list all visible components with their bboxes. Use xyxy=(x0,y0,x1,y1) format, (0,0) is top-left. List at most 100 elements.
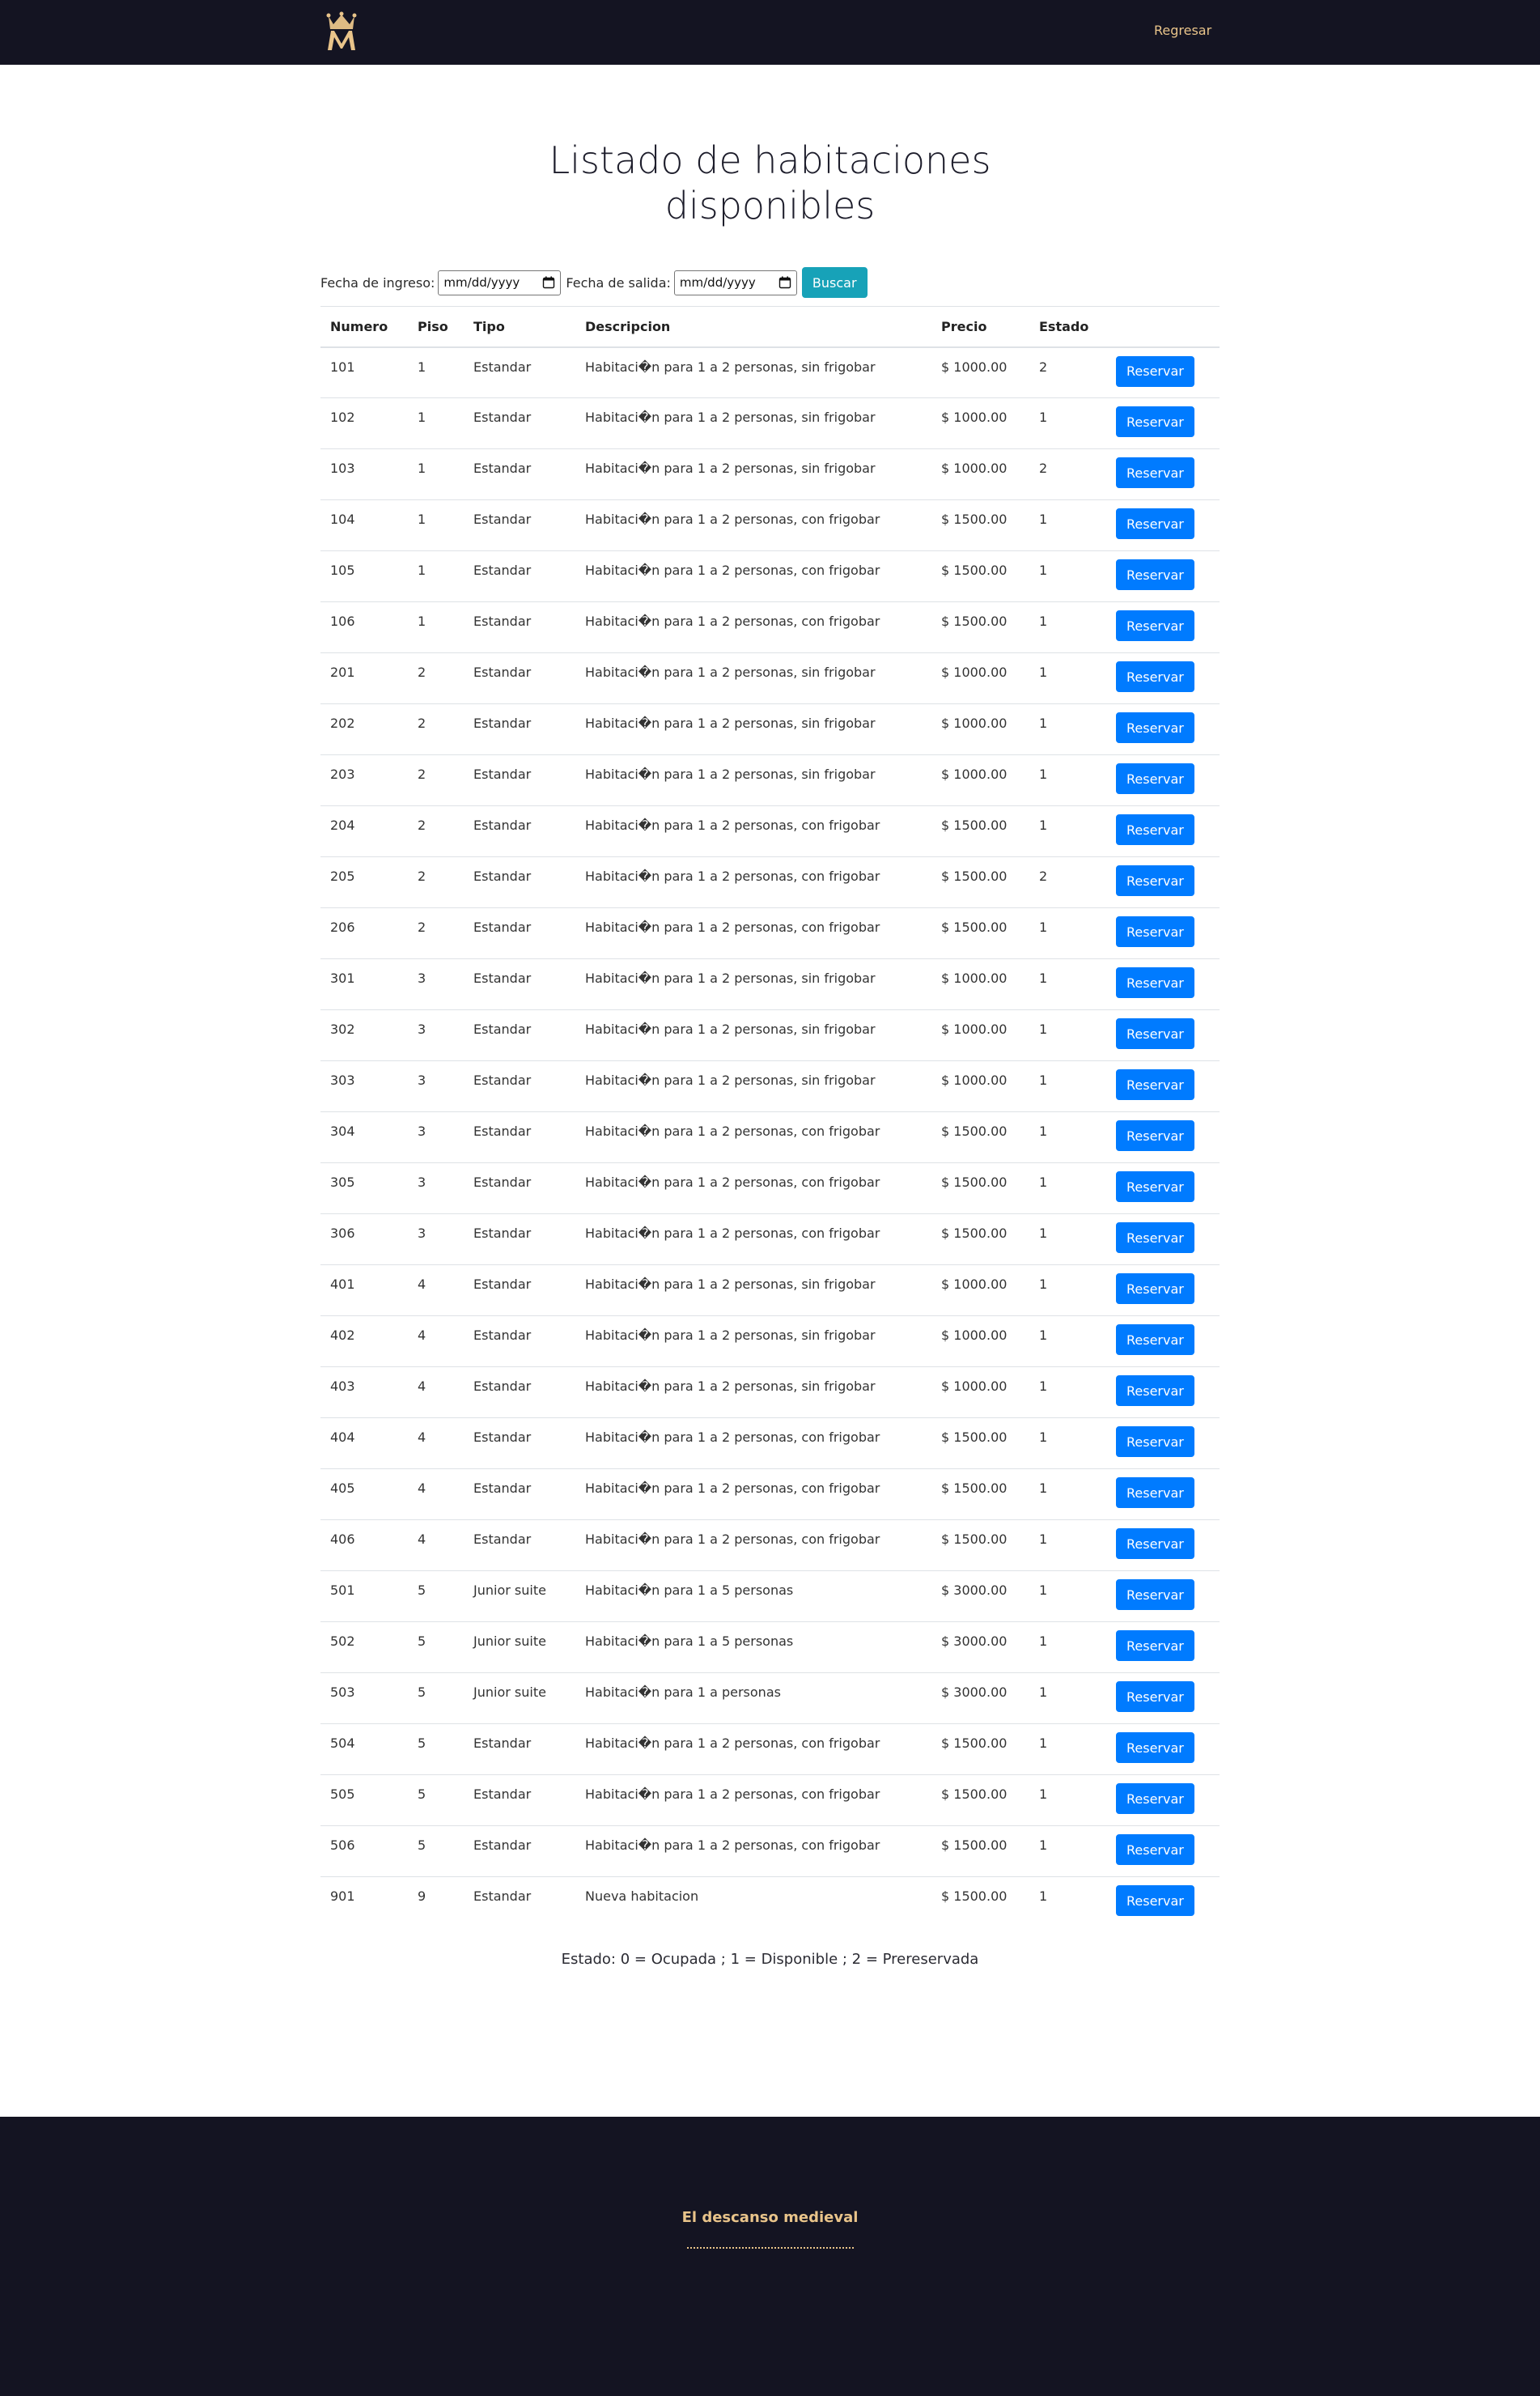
table-row: 204 2 Estandar Habitaci�n para 1 a 2 person… xyxy=(320,805,1220,857)
reserve-button[interactable]: Reservar xyxy=(1116,1681,1194,1712)
cell-room-type: Junior suite xyxy=(464,1570,575,1622)
cell-action: Reservar xyxy=(1106,1672,1220,1724)
cell-status: 1 xyxy=(1029,1723,1106,1775)
cell-action: Reservar xyxy=(1106,703,1220,755)
cell-status: 1 xyxy=(1029,1264,1106,1316)
reserve-button[interactable]: Reservar xyxy=(1116,1732,1194,1763)
reserve-button[interactable]: Reservar xyxy=(1116,1375,1194,1406)
cell-description: Habitaci�n para 1 a 2 personas, con frig… xyxy=(575,499,931,551)
cell-description: Habitaci�n para 1 a 2 personas, con frig… xyxy=(575,856,931,908)
search-button[interactable]: Buscar xyxy=(801,267,868,298)
cell-price: $ 3000.00 xyxy=(931,1570,1029,1622)
cell-room-number: 301 xyxy=(320,958,408,1010)
reserve-button[interactable]: Reservar xyxy=(1116,814,1194,845)
reserve-button[interactable]: Reservar xyxy=(1116,1528,1194,1559)
back-link[interactable]: Regresar xyxy=(1154,23,1211,38)
checkout-placeholder: mm/dd/yyyy xyxy=(679,275,756,290)
table-row: 501 5 Junior suite Habitaci�n para 1 a 5 pe… xyxy=(320,1570,1220,1622)
cell-description: Habitaci�n para 1 a 2 personas, con frig… xyxy=(575,1519,931,1571)
reserve-button[interactable]: Reservar xyxy=(1116,1171,1194,1202)
checkin-label: Fecha de ingreso: xyxy=(320,274,435,291)
checkout-date-input[interactable]: mm/dd/yyyy xyxy=(673,270,797,295)
table-row: 205 2 Estandar Habitaci�n para 1 a 2 person… xyxy=(320,856,1220,908)
cell-price: $ 1500.00 xyxy=(931,550,1029,602)
table-row: 101 1 Estandar Habitaci�n para 1 a 2 person… xyxy=(320,346,1220,398)
cell-status: 1 xyxy=(1029,805,1106,857)
cell-room-type: Estandar xyxy=(464,499,575,551)
cell-action: Reservar xyxy=(1106,856,1220,908)
cell-floor: 3 xyxy=(408,958,464,1010)
reserve-button[interactable]: Reservar xyxy=(1116,355,1194,387)
cell-room-number: 203 xyxy=(320,754,408,806)
table-row: 103 1 Estandar Habitaci�n para 1 a 2 person… xyxy=(320,448,1220,500)
reserve-button[interactable]: Reservar xyxy=(1116,406,1194,437)
cell-price: $ 1000.00 xyxy=(931,1060,1029,1112)
cell-description: Habitaci�n para 1 a 2 personas, sin frig… xyxy=(575,652,931,704)
reserve-button[interactable]: Reservar xyxy=(1116,457,1194,488)
cell-description: Habitaci�n para 1 a 2 personas, sin frig… xyxy=(575,703,931,755)
reserve-button[interactable]: Reservar xyxy=(1116,1324,1194,1355)
table-row: 402 4 Estandar Habitaci�n para 1 a 2 person… xyxy=(320,1315,1220,1367)
reserve-button[interactable]: Reservar xyxy=(1116,967,1194,998)
table-row: 105 1 Estandar Habitaci�n para 1 a 2 person… xyxy=(320,550,1220,602)
reserve-button[interactable]: Reservar xyxy=(1116,1834,1194,1865)
cell-status: 1 xyxy=(1029,1774,1106,1826)
cell-room-type: Estandar xyxy=(464,1366,575,1418)
table-row: 106 1 Estandar Habitaci�n para 1 a 2 person… xyxy=(320,601,1220,653)
cell-room-number: 406 xyxy=(320,1519,408,1571)
cell-room-number: 403 xyxy=(320,1366,408,1418)
cell-room-type: Estandar xyxy=(464,448,575,500)
reserve-button[interactable]: Reservar xyxy=(1116,1426,1194,1457)
reserve-button[interactable]: Reservar xyxy=(1116,916,1194,947)
checkin-date-input[interactable]: mm/dd/yyyy xyxy=(438,270,562,295)
cell-description: Habitaci�n para 1 a 5 personas xyxy=(575,1621,931,1673)
cell-status: 1 xyxy=(1029,1213,1106,1265)
cell-floor: 5 xyxy=(408,1825,464,1877)
reserve-button[interactable]: Reservar xyxy=(1116,1630,1194,1661)
reserve-button[interactable]: Reservar xyxy=(1116,1885,1194,1916)
reserve-button[interactable]: Reservar xyxy=(1116,712,1194,743)
cell-room-type: Estandar xyxy=(464,1825,575,1877)
reserve-button[interactable]: Reservar xyxy=(1116,508,1194,539)
reserve-button[interactable]: Reservar xyxy=(1116,1120,1194,1151)
reserve-button[interactable]: Reservar xyxy=(1116,610,1194,641)
cell-action: Reservar xyxy=(1106,1264,1220,1316)
cell-description: Habitaci�n para 1 a 2 personas, con frig… xyxy=(575,1825,931,1877)
header-tipo: Tipo xyxy=(464,306,575,348)
reserve-button[interactable]: Reservar xyxy=(1116,559,1194,590)
cell-room-number: 506 xyxy=(320,1825,408,1877)
reserve-button[interactable]: Reservar xyxy=(1116,1222,1194,1253)
navbar: Regresar xyxy=(0,0,1540,65)
crown-m-logo[interactable] xyxy=(324,11,359,53)
cell-price: $ 1500.00 xyxy=(931,907,1029,959)
cell-room-number: 306 xyxy=(320,1213,408,1265)
reserve-button[interactable]: Reservar xyxy=(1116,1273,1194,1304)
calendar-icon[interactable] xyxy=(542,276,555,289)
main-content: Listado de habitaciones disponibles Fech… xyxy=(320,138,1220,1968)
reserve-button[interactable]: Reservar xyxy=(1116,661,1194,692)
reserve-button[interactable]: Reservar xyxy=(1116,763,1194,794)
reserve-button[interactable]: Reservar xyxy=(1116,865,1194,896)
cell-room-type: Estandar xyxy=(464,346,575,398)
page-title: Listado de habitaciones disponibles xyxy=(320,138,1220,228)
reserve-button[interactable]: Reservar xyxy=(1116,1477,1194,1508)
cell-floor: 5 xyxy=(408,1672,464,1724)
cell-floor: 2 xyxy=(408,754,464,806)
cell-status: 2 xyxy=(1029,856,1106,908)
cell-status: 2 xyxy=(1029,346,1106,398)
cell-action: Reservar xyxy=(1106,754,1220,806)
reserve-button[interactable]: Reservar xyxy=(1116,1069,1194,1100)
cell-room-type: Estandar xyxy=(464,1111,575,1163)
header-precio: Precio xyxy=(931,306,1029,348)
table-row: 301 3 Estandar Habitaci�n para 1 a 2 person… xyxy=(320,958,1220,1010)
reserve-button[interactable]: Reservar xyxy=(1116,1783,1194,1814)
cell-price: $ 1000.00 xyxy=(931,1315,1029,1367)
cell-action: Reservar xyxy=(1106,1111,1220,1163)
cell-status: 1 xyxy=(1029,1621,1106,1673)
reserve-button[interactable]: Reservar xyxy=(1116,1579,1194,1610)
table-row: 503 5 Junior suite Habitaci�n para 1 a pers… xyxy=(320,1672,1220,1724)
cell-description: Habitaci�n para 1 a 2 personas, con frig… xyxy=(575,1162,931,1214)
reserve-button[interactable]: Reservar xyxy=(1116,1018,1194,1049)
cell-action: Reservar xyxy=(1106,1162,1220,1214)
calendar-icon[interactable] xyxy=(778,276,791,289)
